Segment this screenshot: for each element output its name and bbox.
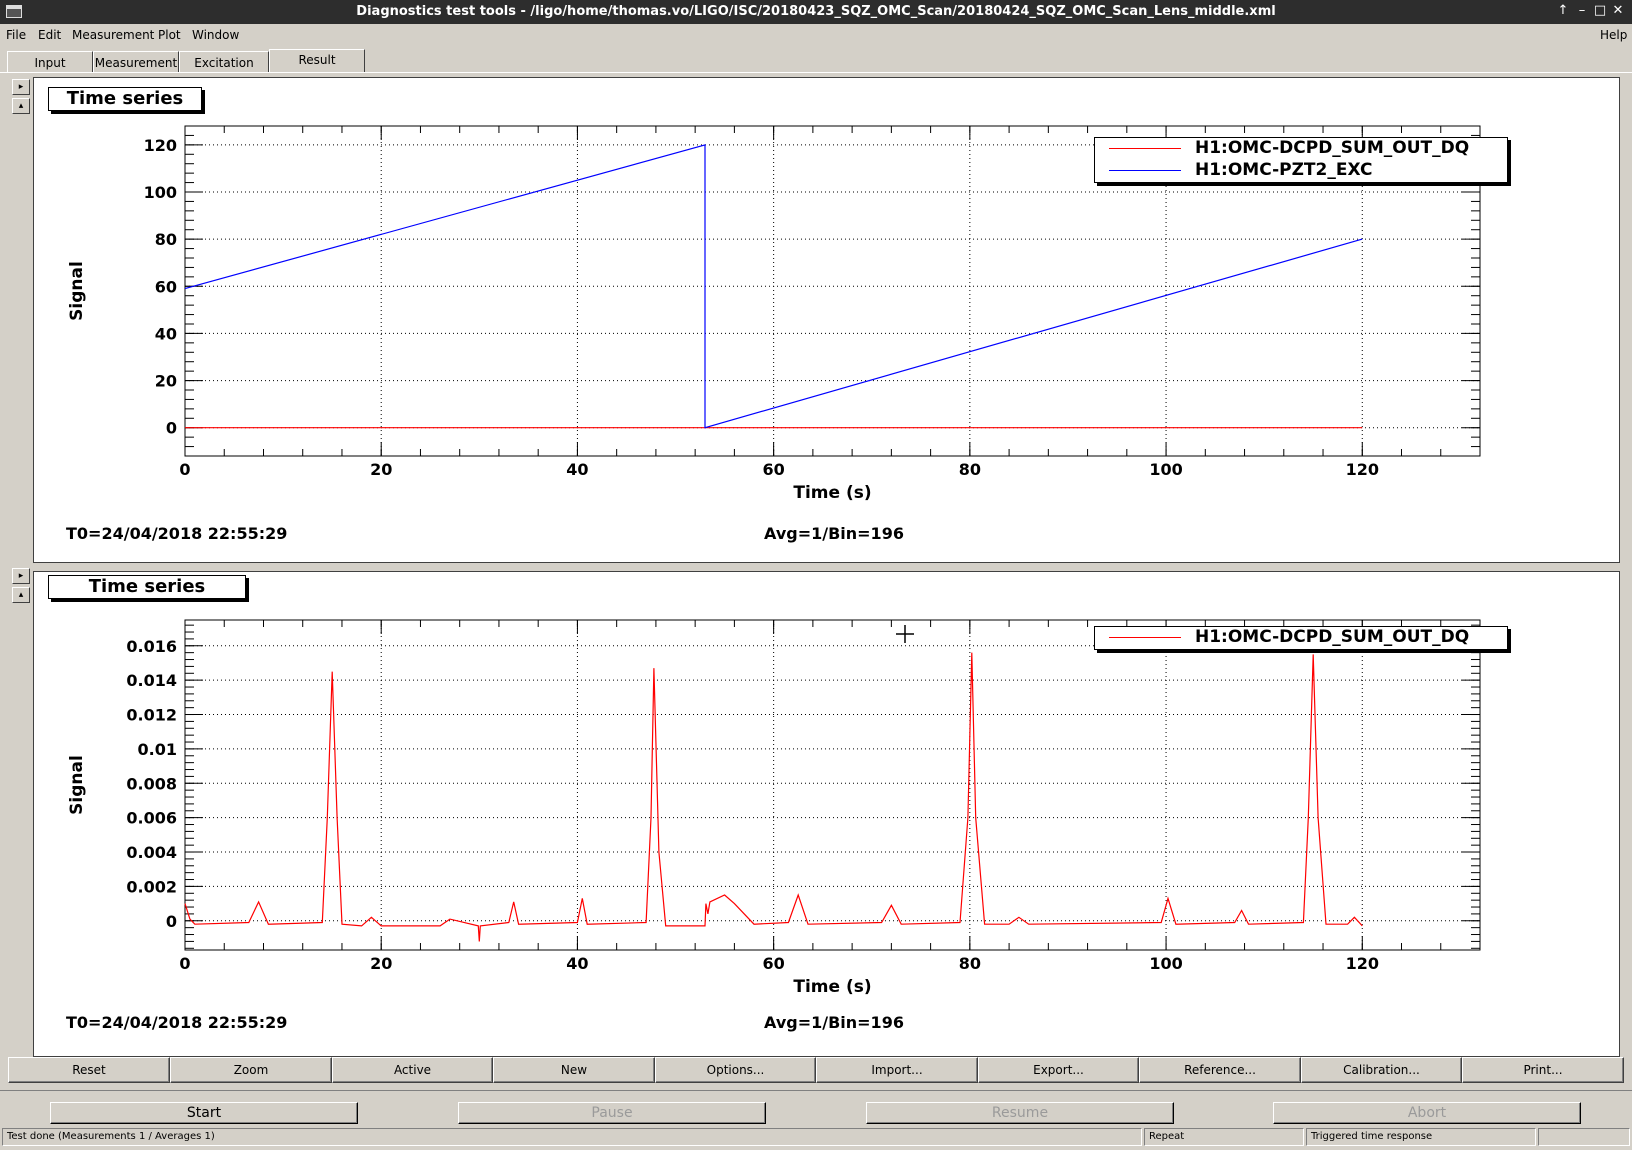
status-test-type: Triggered time response <box>1306 1128 1536 1146</box>
start-time-label: T0=24/04/2018 22:55:29 <box>66 524 288 543</box>
legend-label: H1:OMC-PZT2_EXC <box>1195 160 1373 180</box>
legend-label: H1:OMC-DCPD_SUM_OUT_DQ <box>1195 138 1470 158</box>
y-tick-label: 100 <box>144 183 177 202</box>
x-tick-label: 40 <box>566 954 588 973</box>
menu-plot[interactable]: Plot <box>158 28 181 42</box>
new-button[interactable]: New <box>493 1057 655 1083</box>
tab-measurement[interactable]: Measurement <box>93 51 179 73</box>
minimize-icon[interactable]: – <box>1574 3 1590 18</box>
plot-pad-1[interactable]: Time series 0 20 40 60 80 100 120 0 20 40 60 80 100 1… <box>33 77 1620 563</box>
x-tick-label: 0 <box>179 954 190 973</box>
collapse-pad-2-icon[interactable]: ▴ <box>12 587 30 603</box>
menu-file[interactable]: File <box>6 28 26 42</box>
y-tick-label: 0.012 <box>126 706 177 725</box>
x-tick-label: 20 <box>370 954 392 973</box>
x-tick-label: 100 <box>1149 460 1182 479</box>
y-tick-label: 0.006 <box>126 809 177 828</box>
raise-icon[interactable]: ↑ <box>1555 3 1571 18</box>
legend-swatch-red <box>1109 148 1181 149</box>
window-title: Diagnostics test tools - /ligo/home/thom… <box>356 4 1276 19</box>
tab-bar: Input Measurement Excitation Result <box>0 49 1632 73</box>
active-button[interactable]: Active <box>332 1057 493 1083</box>
legend-swatch-blue <box>1109 170 1181 171</box>
tab-input[interactable]: Input <box>7 51 93 73</box>
tab-result[interactable]: Result <box>269 49 365 73</box>
y-tick-label: 0.01 <box>138 740 177 759</box>
y-tick-label: 0.002 <box>126 877 177 896</box>
start-time-label: T0=24/04/2018 22:55:29 <box>66 1013 288 1032</box>
pause-button[interactable]: Pause <box>458 1102 766 1124</box>
y-tick-label: 60 <box>155 277 177 296</box>
import-button[interactable]: Import... <box>816 1057 978 1083</box>
x-tick-label: 0 <box>179 460 190 479</box>
expand-pad-2-icon[interactable]: ▸ <box>12 568 30 584</box>
legend: H1:OMC-DCPD_SUM_OUT_DQ <box>1094 626 1508 650</box>
x-tick-label: 100 <box>1149 954 1182 973</box>
export-button[interactable]: Export... <box>978 1057 1139 1083</box>
menu-help[interactable]: Help <box>1600 28 1627 42</box>
options-button[interactable]: Options... <box>655 1057 816 1083</box>
plot-pad-2[interactable]: Time series 0 20 40 60 80 100 120 0 0.002 0.004 0.… <box>33 571 1620 1057</box>
result-panel: ▸ ▴ ▸ ▴ Time series 0 20 40 60 80 100 120 0 20 40… <box>0 72 1632 1057</box>
x-tick-label: 120 <box>1346 460 1379 479</box>
x-tick-label: 80 <box>959 460 981 479</box>
x-axis-title: Time (s) <box>793 483 871 503</box>
legend-swatch-red <box>1109 637 1181 638</box>
diagnostics-window: Diagnostics test tools - /ligo/home/thom… <box>0 0 1632 1150</box>
legend-entry: H1:OMC-DCPD_SUM_OUT_DQ <box>1095 138 1507 160</box>
menu-bar: File Edit Measurement Plot Window Help <box>0 24 1632 46</box>
action-bar: Start Pause Resume Abort <box>0 1090 1632 1124</box>
tab-excitation[interactable]: Excitation <box>179 51 269 73</box>
legend: H1:OMC-DCPD_SUM_OUT_DQ H1:OMC-PZT2_EXC <box>1094 137 1508 183</box>
y-tick-label: 0 <box>166 419 177 438</box>
status-extra <box>1538 1128 1630 1146</box>
x-tick-label: 60 <box>763 460 785 479</box>
legend-entry: H1:OMC-PZT2_EXC <box>1095 160 1507 182</box>
reference-button[interactable]: Reference... <box>1139 1057 1301 1083</box>
zoom-button[interactable]: Zoom <box>170 1057 332 1083</box>
y-axis-title: Signal <box>67 755 87 815</box>
legend-entry: H1:OMC-DCPD_SUM_OUT_DQ <box>1095 627 1507 649</box>
menu-edit[interactable]: Edit <box>38 28 61 42</box>
menu-window[interactable]: Window <box>192 28 239 42</box>
x-tick-label: 60 <box>763 954 785 973</box>
y-tick-label: 0 <box>166 912 177 931</box>
x-tick-label: 120 <box>1346 954 1379 973</box>
y-tick-label: 20 <box>155 372 177 391</box>
x-tick-label: 20 <box>370 460 392 479</box>
start-button[interactable]: Start <box>50 1102 358 1124</box>
status-bar: Test done (Measurements 1 / Averages 1) … <box>0 1128 1632 1148</box>
calibration-button[interactable]: Calibration... <box>1301 1057 1462 1083</box>
y-tick-label: 0.008 <box>126 774 177 793</box>
print-button[interactable]: Print... <box>1462 1057 1624 1083</box>
maximize-icon[interactable]: □ <box>1592 3 1608 18</box>
collapse-pad-1-icon[interactable]: ▴ <box>12 98 30 114</box>
y-tick-label: 0.014 <box>126 671 177 690</box>
y-tick-label: 0.004 <box>126 843 177 862</box>
x-tick-label: 80 <box>959 954 981 973</box>
status-mode: Repeat <box>1144 1128 1304 1146</box>
legend-label: H1:OMC-DCPD_SUM_OUT_DQ <box>1195 627 1470 647</box>
x-axis-title: Time (s) <box>793 977 871 997</box>
average-bin-label: Avg=1/Bin=196 <box>764 524 904 543</box>
close-icon[interactable]: ✕ <box>1610 3 1626 18</box>
y-tick-label: 40 <box>155 324 177 343</box>
status-message: Test done (Measurements 1 / Averages 1) <box>2 1128 1142 1146</box>
y-tick-label: 0.016 <box>126 637 177 656</box>
y-tick-label: 80 <box>155 230 177 249</box>
average-bin-label: Avg=1/Bin=196 <box>764 1013 904 1032</box>
reset-button[interactable]: Reset <box>8 1057 170 1083</box>
resume-button[interactable]: Resume <box>866 1102 1174 1124</box>
plot-toolbar: Reset Zoom Active New Options... Import.… <box>8 1057 1624 1083</box>
expand-pad-1-icon[interactable]: ▸ <box>12 79 30 95</box>
y-tick-label: 120 <box>144 136 177 155</box>
crosshair-cursor-icon <box>896 625 914 643</box>
x-tick-label: 40 <box>566 460 588 479</box>
abort-button[interactable]: Abort <box>1273 1102 1581 1124</box>
menu-measurement[interactable]: Measurement <box>72 28 154 42</box>
title-bar: Diagnostics test tools - /ligo/home/thom… <box>0 0 1632 24</box>
y-axis-title: Signal <box>67 261 87 321</box>
plot-frame <box>184 619 1481 951</box>
